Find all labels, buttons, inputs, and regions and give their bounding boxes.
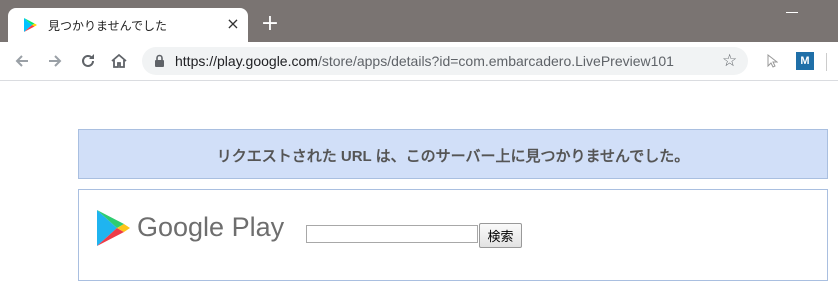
google-play-logo-icon[interactable] bbox=[95, 209, 131, 247]
error-message: リクエストされた URL は、このサーバー上に見つかりませんでした。 bbox=[216, 148, 690, 165]
cursor-extension-icon[interactable] bbox=[766, 54, 778, 68]
lock-icon bbox=[155, 54, 164, 67]
forward-arrow-icon[interactable] bbox=[44, 50, 66, 72]
browser-toolbar: https://play.google.com/store/apps/detai… bbox=[0, 42, 838, 81]
google-play-logo-text[interactable]: Google Play bbox=[137, 212, 284, 243]
back-arrow-icon[interactable] bbox=[11, 50, 33, 72]
close-tab-icon[interactable]: × bbox=[224, 15, 242, 33]
google-play-favicon-icon bbox=[24, 18, 37, 32]
browser-tab[interactable]: 見つかりませんでした × bbox=[8, 8, 248, 42]
url-host: https://play.google.com bbox=[175, 53, 318, 69]
tab-title: 見つかりませんでした bbox=[48, 19, 168, 33]
browser-title-bar: 見つかりませんでした × + bbox=[0, 0, 838, 42]
error-banner: リクエストされた URL は、このサーバー上に見つかりませんでした。 bbox=[78, 129, 828, 179]
minimize-window-icon[interactable] bbox=[786, 12, 798, 13]
reload-icon[interactable] bbox=[77, 50, 99, 72]
search-panel: Google Play 検索 bbox=[78, 189, 828, 281]
extension-m-icon[interactable]: M bbox=[796, 52, 814, 70]
home-icon[interactable] bbox=[108, 50, 130, 72]
toolbar-divider bbox=[826, 53, 827, 71]
search-input[interactable] bbox=[306, 225, 478, 243]
new-tab-button[interactable]: + bbox=[260, 13, 280, 35]
url-path: /store/apps/details?id=com.embarcadero.L… bbox=[317, 53, 674, 69]
address-bar[interactable]: https://play.google.com/store/apps/detai… bbox=[142, 47, 748, 75]
search-button[interactable]: 検索 bbox=[479, 223, 522, 248]
url-text: https://play.google.com/store/apps/detai… bbox=[175, 53, 674, 69]
bookmark-star-icon[interactable]: ☆ bbox=[722, 51, 737, 71]
